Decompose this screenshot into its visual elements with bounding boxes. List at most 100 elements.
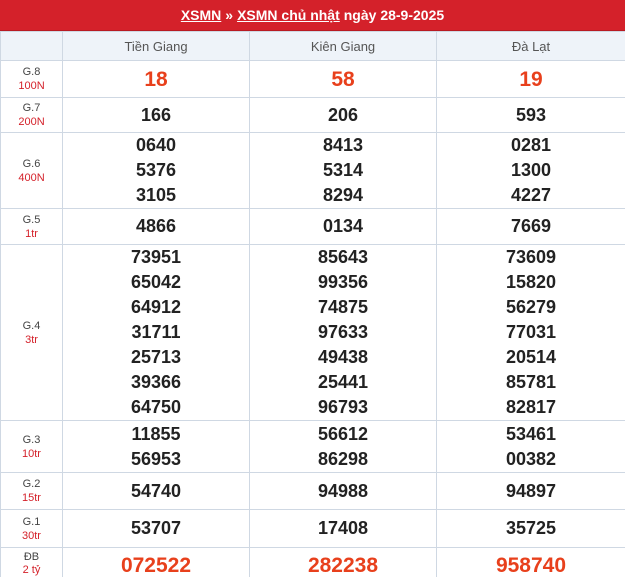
prize-label-cell: G.6 400N — [0, 132, 63, 209]
prize-row: G.6 400N 0640 5376 3105 8413 5314 8294 0281 1300 4… — [0, 132, 625, 209]
result-number: 4866 — [135, 216, 177, 236]
result-number: 0134 — [322, 216, 364, 236]
result-cell-kien-giang: 0134 — [249, 208, 437, 245]
result-number: 58 — [331, 67, 355, 91]
result-number: 97633 — [317, 322, 369, 342]
result-number: 56612 — [317, 423, 369, 444]
prize-row: ĐB 2 tỷ 072522 282238 958740 — [0, 547, 625, 577]
result-number: 54740 — [130, 480, 182, 501]
prize-amount: 15tr — [22, 492, 41, 504]
result-cell-tien-giang: 0640 5376 3105 — [62, 132, 250, 209]
prize-column-header — [0, 31, 63, 61]
result-number: 166 — [140, 104, 172, 125]
prize-amount: 400N — [18, 171, 45, 184]
column-header-da-lat: Đà Lạt — [436, 31, 625, 61]
result-cell-kien-giang: 85643 99356 74875 97633 49438 25441 96793 — [249, 244, 437, 421]
prize-name: G.7 — [22, 102, 41, 114]
result-number: 73951 — [130, 247, 182, 267]
draw-date: ngày 28-9-2025 — [343, 7, 445, 23]
prize-label-cell: G.1 30tr — [0, 509, 63, 548]
prize-amount: 3tr — [25, 333, 38, 346]
results-table: Tiền Giang Kiên Giang Đà Lạt G.8 100N 18 58… — [0, 31, 625, 577]
result-number: 20514 — [505, 347, 557, 367]
result-number: 5314 — [322, 160, 364, 180]
result-cell-tien-giang: 166 — [62, 97, 250, 133]
prize-row: G.4 3tr 73951 65042 64912 31711 25713 39366 6475… — [0, 244, 625, 421]
prize-row: G.5 1tr 4866 0134 7669 — [0, 208, 625, 245]
result-number: 19 — [519, 67, 543, 91]
prize-label-cell: ĐB 2 tỷ — [0, 547, 63, 577]
result-number: 73609 — [505, 247, 557, 267]
result-cell-da-lat: 593 — [436, 97, 625, 133]
result-number: 072522 — [120, 554, 192, 577]
result-number: 5376 — [135, 160, 177, 180]
prize-row: G.3 10tr 11855 56953 56612 86298 53461 00382 — [0, 420, 625, 473]
result-cell-kien-giang: 282238 — [249, 547, 437, 577]
result-number: 958740 — [495, 554, 567, 577]
result-number: 0640 — [135, 135, 177, 155]
prize-name: G.5 — [22, 213, 41, 226]
result-number: 56279 — [505, 297, 557, 317]
result-number: 00382 — [505, 448, 557, 469]
column-header-kien-giang: Kiên Giang — [249, 31, 437, 61]
result-number: 99356 — [317, 272, 369, 292]
result-number: 0281 — [510, 135, 552, 155]
result-cell-da-lat: 19 — [436, 60, 625, 98]
prize-label-cell: G.4 3tr — [0, 244, 63, 421]
result-cell-kien-giang: 8413 5314 8294 — [249, 132, 437, 209]
prize-amount: 1tr — [25, 227, 38, 240]
result-cell-tien-giang: 072522 — [62, 547, 250, 577]
prize-name: G.2 — [22, 478, 41, 490]
result-cell-da-lat: 7669 — [436, 208, 625, 245]
result-number: 94988 — [317, 480, 369, 501]
result-number: 25713 — [130, 347, 182, 367]
result-cell-kien-giang: 206 — [249, 97, 437, 133]
result-cell-tien-giang: 54740 — [62, 472, 250, 510]
result-number: 77031 — [505, 322, 557, 342]
prize-name: G.3 — [22, 433, 41, 446]
prize-amount: 10tr — [22, 447, 41, 460]
result-number: 85781 — [505, 372, 557, 392]
result-number: 8413 — [322, 135, 364, 155]
prize-name: G.1 — [22, 515, 41, 528]
result-number: 17408 — [317, 518, 369, 538]
result-number: 18 — [144, 67, 168, 91]
result-cell-tien-giang: 18 — [62, 60, 250, 98]
breadcrumb-separator: » — [225, 7, 234, 23]
result-number: 64750 — [130, 397, 182, 417]
result-number: 53461 — [505, 423, 557, 444]
prize-amount: 100N — [18, 80, 45, 92]
result-number: 35725 — [505, 518, 557, 538]
prize-name: ĐB — [23, 551, 40, 563]
prize-amount: 30tr — [22, 529, 41, 542]
result-cell-da-lat: 53461 00382 — [436, 420, 625, 473]
result-cell-tien-giang: 73951 65042 64912 31711 25713 39366 64750 — [62, 244, 250, 421]
result-cell-kien-giang: 94988 — [249, 472, 437, 510]
prize-row: G.8 100N 18 58 19 — [0, 60, 625, 98]
xsmn-sunday-link[interactable]: XSMN chủ nhật — [237, 7, 340, 23]
result-cell-kien-giang: 56612 86298 — [249, 420, 437, 473]
prize-name: G.4 — [22, 319, 41, 332]
result-cell-kien-giang: 58 — [249, 60, 437, 98]
result-number: 49438 — [317, 347, 369, 367]
result-number: 96793 — [317, 397, 369, 417]
result-number: 74875 — [317, 297, 369, 317]
prize-name: G.6 — [22, 157, 41, 170]
result-cell-da-lat: 0281 1300 4227 — [436, 132, 625, 209]
xsmn-link[interactable]: XSMN — [181, 7, 221, 23]
result-number: 94897 — [505, 480, 557, 501]
result-cell-da-lat: 73609 15820 56279 77031 20514 85781 82817 — [436, 244, 625, 421]
province-header-row: Tiền Giang Kiên Giang Đà Lạt — [0, 31, 625, 61]
result-number: 8294 — [322, 185, 364, 205]
result-number: 53707 — [130, 518, 182, 538]
result-number: 56953 — [130, 448, 182, 469]
result-cell-tien-giang: 11855 56953 — [62, 420, 250, 473]
result-number: 25441 — [317, 372, 369, 392]
prize-amount: 2 tỷ — [22, 564, 41, 576]
result-number: 65042 — [130, 272, 182, 292]
prize-label-cell: G.8 100N — [0, 60, 63, 98]
result-number: 206 — [327, 104, 359, 125]
prize-amount: 200N — [18, 116, 45, 128]
results-title-bar: XSMN » XSMN chủ nhật ngày 28-9-2025 — [0, 0, 625, 31]
result-number: 1300 — [510, 160, 552, 180]
